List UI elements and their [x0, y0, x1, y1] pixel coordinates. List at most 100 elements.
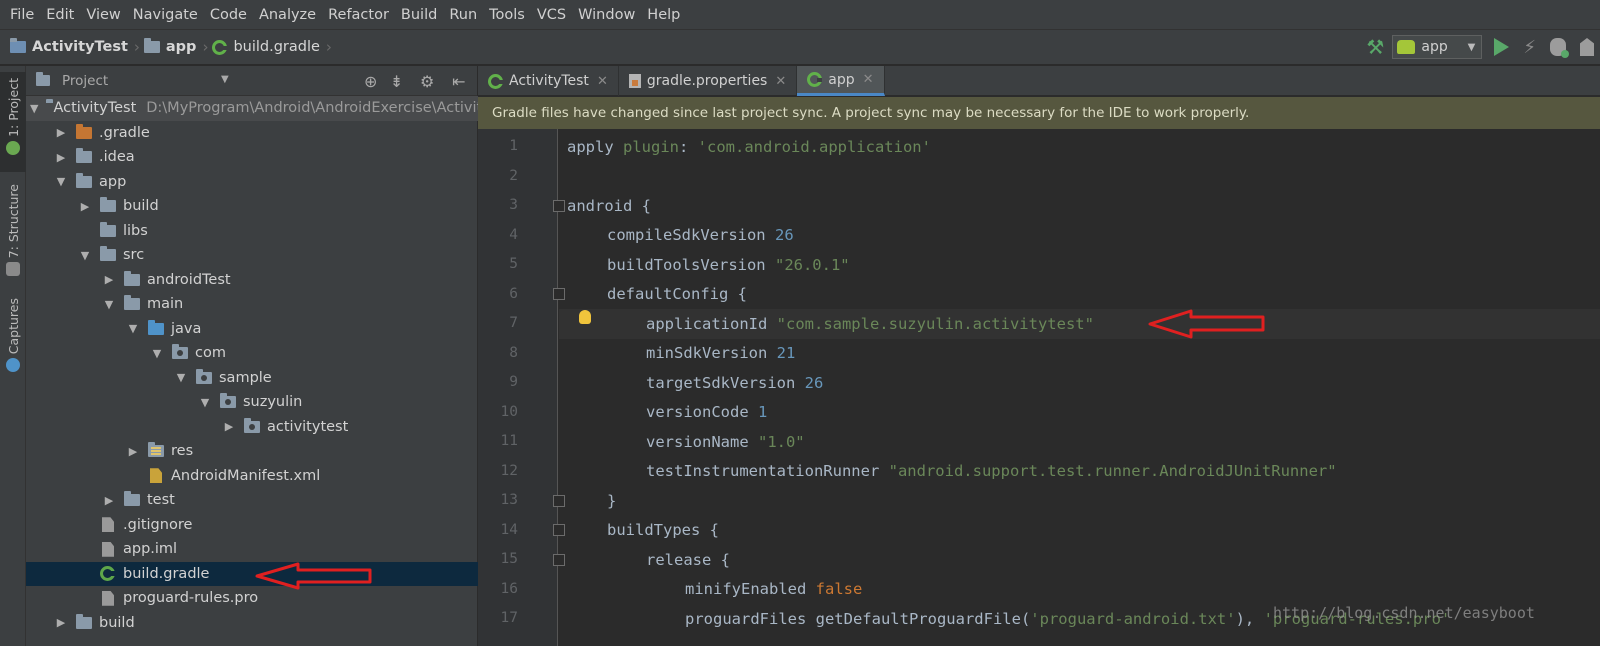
tree-item-build-gradle[interactable]: ▶ build.gradle [26, 561, 478, 586]
tree-root-activitytest[interactable]: ▼ ActivityTest D:\MyProgram\Android\Andr… [26, 96, 491, 121]
expand-arrow-icon[interactable]: ▼ [102, 298, 116, 311]
debug-bug-icon[interactable] [1550, 38, 1569, 58]
folder-icon [76, 613, 92, 629]
expand-arrow-icon[interactable]: ▼ [30, 102, 38, 115]
tool-tab-project[interactable]: 1: Project [0, 72, 26, 172]
line-number: 8 [509, 344, 518, 361]
make-project-hammer-icon[interactable]: ⚒ [1366, 35, 1384, 59]
menu-tools[interactable]: Tools [483, 7, 531, 23]
tree-item-java[interactable]: ▼ java [26, 317, 478, 342]
tree-item-res[interactable]: ▶ res [26, 439, 478, 464]
collapse-arrow-icon[interactable]: ▶ [102, 494, 116, 507]
close-icon[interactable]: ✕ [775, 74, 786, 89]
line-number: 17 [500, 610, 518, 626]
menu-run[interactable]: Run [443, 7, 483, 23]
tree-item-build[interactable]: ▶ build [26, 194, 478, 219]
code-area[interactable]: apply plugin: 'com.android.application' … [559, 129, 1600, 646]
project-tool-icon [6, 140, 20, 155]
menu-code[interactable]: Code [204, 7, 253, 23]
tree-item-activitytest[interactable]: ▶ activitytest [26, 415, 478, 440]
collapse-arrow-icon[interactable]: ▶ [102, 273, 116, 286]
package-icon [220, 393, 236, 409]
expand-arrow-icon[interactable]: ▼ [150, 347, 164, 360]
menu-edit[interactable]: Edit [40, 7, 80, 23]
code-token: testInstrumentationRunner [646, 462, 889, 481]
run-play-icon[interactable] [1494, 38, 1510, 56]
tree-item-androidmanifest[interactable]: ▶ AndroidManifest.xml [26, 464, 478, 489]
chevron-down-icon[interactable]: ▼ [221, 74, 229, 85]
close-icon[interactable]: ✕ [597, 74, 608, 89]
menu-build[interactable]: Build [395, 7, 443, 23]
annotation-arrow-to-application-id [1148, 309, 1265, 339]
collapse-all-icon[interactable]: ⇟ [390, 72, 403, 91]
tool-tab-captures[interactable]: Captures [0, 298, 26, 378]
collapse-arrow-icon[interactable]: ▶ [54, 151, 68, 164]
code-line-13: } [559, 486, 1600, 516]
folder-icon [124, 270, 140, 286]
tree-item-com[interactable]: ▼ com [26, 341, 478, 366]
tree-item-suzyulin[interactable]: ▼ suzyulin [26, 390, 478, 415]
structure-tool-icon [6, 262, 20, 276]
text-file-icon [102, 590, 114, 606]
tree-item-label: .idea [99, 149, 135, 166]
module-file-icon [102, 541, 114, 557]
expand-arrow-icon[interactable]: ▼ [126, 322, 140, 335]
code-token: : [679, 137, 698, 156]
collapse-arrow-icon[interactable]: ▶ [78, 200, 92, 213]
collapse-arrow-icon[interactable]: ▶ [222, 420, 236, 433]
collapse-arrow-icon[interactable]: ▶ [54, 126, 68, 139]
collapse-arrow-icon[interactable]: ▶ [126, 445, 140, 458]
expand-arrow-icon[interactable]: ▼ [78, 249, 92, 262]
gradle-icon [807, 72, 823, 87]
tab-activitytest[interactable]: ActivityTest ✕ [478, 66, 619, 96]
lightbulb-intention-icon[interactable] [579, 310, 591, 324]
tree-item-main[interactable]: ▼ main [26, 292, 478, 317]
profile-icon[interactable] [1580, 38, 1594, 56]
expand-arrow-icon[interactable]: ▼ [174, 371, 188, 384]
close-icon[interactable]: ✕ [863, 72, 874, 87]
code-editor[interactable]: 1 2 3 4 5 6 7 8 9 10 11 12 13 14 15 16 1… [478, 129, 1600, 646]
tree-item-build-root[interactable]: ▶ build [26, 611, 478, 636]
run-configuration-label: app [1421, 39, 1448, 55]
tab-gradle-properties[interactable]: gradle.properties ✕ [619, 66, 798, 96]
captures-tool-icon [6, 358, 20, 373]
breadcrumb-project[interactable]: ActivityTest [32, 39, 128, 55]
menu-refactor[interactable]: Refactor [322, 7, 395, 23]
expand-arrow-icon[interactable]: ▼ [198, 396, 212, 409]
tree-item-libs[interactable]: ▶ libs [26, 219, 478, 244]
tree-item-app[interactable]: ▼ app [26, 170, 478, 195]
tree-item-idea[interactable]: ▶ .idea [26, 145, 478, 170]
breadcrumb-file[interactable]: build.gradle [233, 39, 319, 55]
tree-item-label: activitytest [267, 418, 349, 435]
settings-gear-icon[interactable]: ⚙ [420, 72, 434, 91]
tree-item-gradle-dir[interactable]: ▶ .gradle [26, 121, 478, 146]
tree-item-sample[interactable]: ▼ sample [26, 366, 478, 391]
menu-file[interactable]: File [4, 7, 40, 23]
menu-bar: File Edit View Navigate Code Analyze Ref… [0, 0, 1600, 29]
project-view-select[interactable]: Project [62, 73, 108, 89]
menu-window[interactable]: Window [572, 7, 641, 23]
tree-item-src[interactable]: ▼ src [26, 243, 478, 268]
tree-item-androidtest[interactable]: ▶ androidTest [26, 268, 478, 293]
code-line-8: minSdkVersion 21 [559, 339, 1600, 369]
code-token: buildToolsVersion [607, 255, 775, 274]
hide-panel-icon[interactable]: ⇤ [452, 72, 465, 91]
run-configuration-select[interactable]: app ▼ [1392, 35, 1483, 59]
tree-item-test[interactable]: ▶ test [26, 488, 478, 513]
tree-item-proguard[interactable]: ▶ proguard-rules.pro [26, 586, 478, 611]
menu-navigate[interactable]: Navigate [127, 7, 204, 23]
tab-app[interactable]: app ✕ [797, 66, 885, 96]
tool-tab-structure[interactable]: 7: Structure [0, 184, 26, 276]
breadcrumb-module[interactable]: app [166, 39, 197, 55]
gradle-icon [488, 73, 503, 89]
scroll-from-source-icon[interactable]: ⊕ [364, 72, 377, 91]
menu-view[interactable]: View [80, 7, 126, 23]
tree-item-gitignore[interactable]: ▶ .gitignore [26, 513, 478, 538]
collapse-arrow-icon[interactable]: ▶ [54, 616, 68, 629]
expand-arrow-icon[interactable]: ▼ [54, 175, 68, 188]
menu-vcs[interactable]: VCS [531, 7, 572, 23]
tree-item-app-iml[interactable]: ▶ app.iml [26, 537, 478, 562]
apply-changes-bolt-icon[interactable]: ⚡ [1523, 37, 1536, 58]
menu-analyze[interactable]: Analyze [253, 7, 322, 23]
menu-help[interactable]: Help [641, 7, 686, 23]
